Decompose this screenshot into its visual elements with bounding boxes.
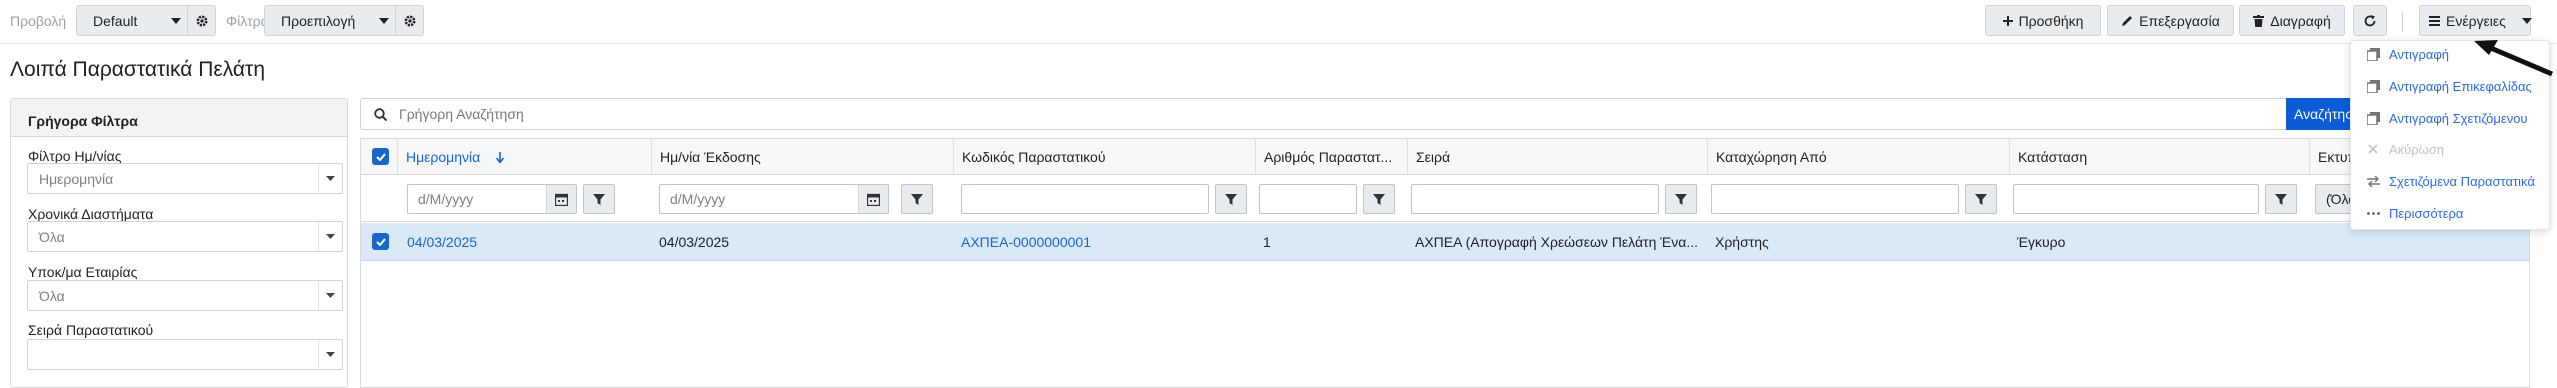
gear-icon[interactable] xyxy=(395,6,423,35)
date-filter-value: Ημερομηνία xyxy=(39,170,114,187)
menu-item-cancel: Ακύρωση xyxy=(2365,139,2444,159)
edit-button-label: Επεξεργασία xyxy=(2139,12,2220,29)
filter-icon[interactable] xyxy=(1665,184,1697,214)
column-header-status[interactable]: Κατάσταση xyxy=(2009,139,2309,175)
document-series-select[interactable] xyxy=(27,339,343,370)
row-checkbox[interactable] xyxy=(372,233,389,250)
menu-icon xyxy=(2429,15,2440,26)
column-header-document-number[interactable]: Αριθμός Παραστατ... xyxy=(1255,139,1407,175)
grid-header: Ημερομηνία Ημ/νία Έκδοσης Κωδικός Παραστ… xyxy=(361,139,2529,175)
filter-icon[interactable] xyxy=(901,184,933,214)
search-input[interactable]: Γρήγορη Αναζήτηση xyxy=(399,106,524,122)
quick-search-bar[interactable]: Γρήγορη Αναζήτηση xyxy=(360,98,2424,130)
menu-item-copy-related[interactable]: Αντιγραφή Σχετιζόμενου xyxy=(2365,108,2528,128)
row-series: ΑΧΠΕΑ (Απογραφή Χρεώσεων Πελάτη Ένα... xyxy=(1415,234,1698,250)
actions-button[interactable]: Ενέργειες xyxy=(2419,5,2532,36)
branch-select[interactable]: Όλα xyxy=(27,280,343,311)
calendar-icon[interactable] xyxy=(546,185,576,213)
grid-filter-row: d/M/yyyy d/M/yyyy (Όλα xyxy=(361,176,2529,222)
date-filter-label: Φίλτρο Ημ/νίας xyxy=(28,148,122,164)
filter-icon[interactable] xyxy=(1215,184,1247,214)
menu-item-more[interactable]: Περισσότερα xyxy=(2365,203,2463,223)
caret-down-icon xyxy=(318,222,342,251)
edit-button[interactable]: Επεξεργασία xyxy=(2107,5,2234,36)
document-number-filter-input[interactable] xyxy=(1259,184,1357,214)
filter-icon[interactable] xyxy=(583,184,615,214)
top-toolbar: Προβολή Default Φίλτρα Προεπιλογή Προσθή… xyxy=(0,0,2557,44)
select-all-checkbox[interactable] xyxy=(372,148,389,165)
row-status: Έγκυρο xyxy=(2017,234,2066,250)
plus-icon xyxy=(2002,15,2013,26)
row-created-by: Χρήστης xyxy=(1715,234,1769,250)
status-filter-input[interactable] xyxy=(2013,184,2259,214)
column-header-created-by[interactable]: Καταχώρηση Από xyxy=(1707,139,2009,175)
filter-icon[interactable] xyxy=(1363,184,1395,214)
filter-icon[interactable] xyxy=(2265,184,2297,214)
filter-icon[interactable] xyxy=(1965,184,1997,214)
created-by-filter-input[interactable] xyxy=(1711,184,1959,214)
view-select-value: Default xyxy=(93,12,138,29)
menu-item-copy-header[interactable]: Αντιγραφή Επικεφαλίδας xyxy=(2365,76,2532,96)
table-row[interactable]: 04/03/2025 04/03/2025 ΑΧΠΕΑ-0000000001 1… xyxy=(361,223,2529,261)
add-button[interactable]: Προσθήκη xyxy=(1985,5,2101,36)
page-title: Λοιπά Παραστατικά Πελάτη xyxy=(10,58,266,81)
time-range-select[interactable]: Όλα xyxy=(27,221,343,252)
date-column-filter-input[interactable]: d/M/yyyy xyxy=(407,184,577,214)
branch-label: Υποκ/μα Εταιρίας xyxy=(28,264,138,280)
filters-select-value: Προεπιλογή xyxy=(281,12,356,29)
copy-icon xyxy=(2365,79,2381,93)
copy-icon xyxy=(2365,111,2381,125)
issue-date-column-filter-input[interactable]: d/M/yyyy xyxy=(659,184,889,214)
date-filter-select[interactable]: Ημερομηνία xyxy=(27,163,343,194)
time-range-label: Χρονικά Διαστήματα xyxy=(28,206,154,222)
caret-down-icon xyxy=(2521,17,2532,24)
gear-icon[interactable] xyxy=(187,6,215,35)
view-select[interactable]: Default xyxy=(76,5,216,36)
row-date[interactable]: 04/03/2025 xyxy=(399,223,649,261)
sort-down-icon xyxy=(496,151,505,163)
pointer-arrow-icon xyxy=(2472,38,2556,78)
caret-down-icon xyxy=(165,17,187,24)
series-filter-input[interactable] xyxy=(1411,184,1659,214)
toolbar-divider xyxy=(2402,12,2403,32)
menu-item-related-documents[interactable]: Σχετιζόμενα Παραστατικά xyxy=(2365,171,2535,191)
trash-icon xyxy=(2253,14,2265,27)
filters-label: Φίλτρα xyxy=(226,13,269,29)
caret-down-icon xyxy=(373,17,395,24)
row-issue-date: 04/03/2025 xyxy=(659,234,730,250)
column-header-issue-date[interactable]: Ημ/νία Έκδοσης xyxy=(651,139,941,175)
document-code-filter-input[interactable] xyxy=(961,184,1209,214)
search-icon xyxy=(361,107,399,121)
branch-value: Όλα xyxy=(39,287,65,304)
dots-icon xyxy=(2365,211,2381,215)
time-range-value: Όλα xyxy=(39,228,65,245)
copy-icon xyxy=(2365,47,2381,61)
caret-down-icon xyxy=(318,164,342,193)
documents-grid: Ημερομηνία Ημ/νία Έκδοσης Κωδικός Παραστ… xyxy=(360,138,2530,388)
refresh-button[interactable] xyxy=(2353,5,2387,36)
quick-filters-title: Γρήγορα Φίλτρα xyxy=(11,99,347,137)
column-header-document-code[interactable]: Κωδικός Παραστατικού xyxy=(953,139,1255,175)
calendar-icon[interactable] xyxy=(858,185,888,213)
refresh-icon xyxy=(2363,14,2377,28)
view-label: Προβολή xyxy=(10,13,67,29)
actions-button-label: Ενέργειες xyxy=(2446,12,2506,29)
add-button-label: Προσθήκη xyxy=(2018,12,2084,29)
pencil-icon xyxy=(2121,15,2133,27)
row-document-code[interactable]: ΑΧΠΕΑ-0000000001 xyxy=(953,223,1253,261)
column-header-series[interactable]: Σειρά xyxy=(1407,139,1707,175)
exchange-icon xyxy=(2365,175,2381,187)
row-document-number: 1 xyxy=(1263,234,1271,250)
document-series-label: Σειρά Παραστατικού xyxy=(28,322,154,338)
column-header-date[interactable]: Ημερομηνία xyxy=(397,139,547,175)
close-icon xyxy=(2365,144,2381,154)
filters-select[interactable]: Προεπιλογή xyxy=(264,5,424,36)
delete-button[interactable]: Διαγραφή xyxy=(2239,5,2345,36)
menu-item-copy[interactable]: Αντιγραφή xyxy=(2365,44,2449,64)
delete-button-label: Διαγραφή xyxy=(2270,12,2331,29)
caret-down-icon xyxy=(318,340,342,369)
quick-filters-panel: Γρήγορα Φίλτρα Φίλτρο Ημ/νίας Ημερομηνία… xyxy=(10,98,348,388)
caret-down-icon xyxy=(318,281,342,310)
